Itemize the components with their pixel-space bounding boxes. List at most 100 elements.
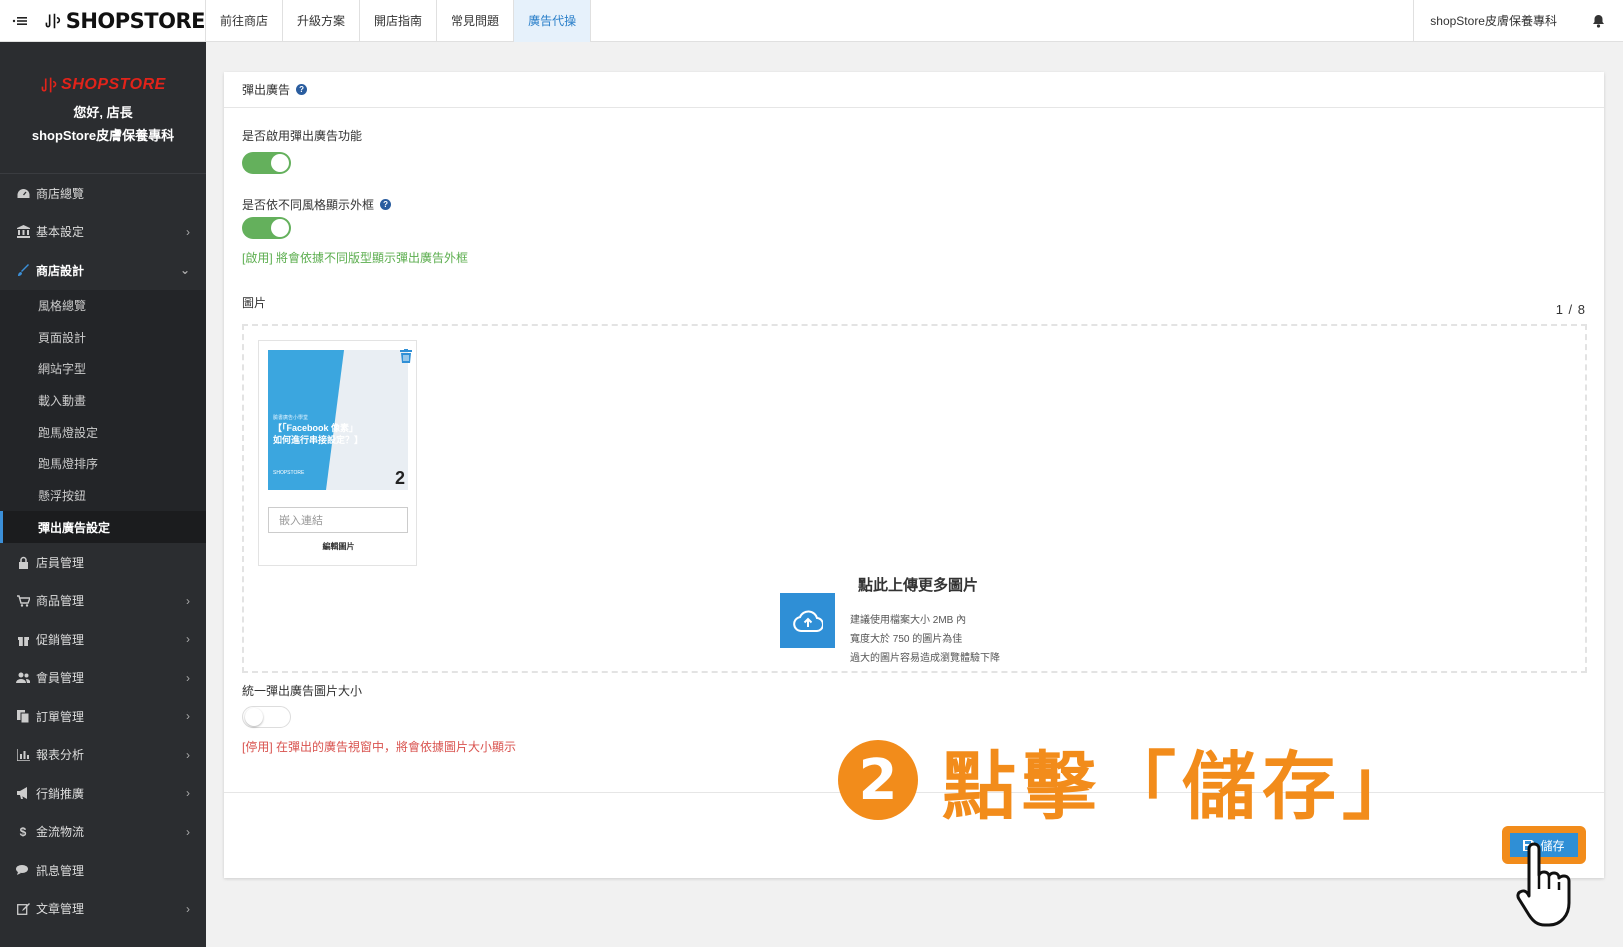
images-label: 圖片 [242,294,266,311]
thumbnail-title-line1: 【「Facebook 像素」 [273,423,359,433]
trash-icon[interactable] [400,349,412,363]
sidebar-subitem-marquee-order[interactable]: 跑馬燈排序 [0,448,206,480]
sidebar-item-basic-settings[interactable]: 基本設定 › [0,213,206,252]
enable-popup-toggle[interactable] [242,152,291,174]
greeting: 您好, 店長 [73,105,133,120]
nav-go-to-store[interactable]: 前往商店 [206,0,284,42]
card-title: 彈出廣告 [242,83,291,97]
logo-text: SHOPSTORE [65,8,206,33]
logo-mark-icon [45,13,61,28]
sidebar-item-marketing[interactable]: 行銷推廣 › [0,774,206,813]
sidebar-item-articles[interactable]: 文章管理 › [0,890,206,929]
chevron-right-icon: › [186,632,190,647]
store-name-menu[interactable]: shopStore皮膚保養專科 [1413,0,1573,42]
comments-icon [16,863,30,877]
top-bar: SHOPSTORE 前往商店 升級方案 開店指南 常見問題 廣告代操 shopS… [0,0,1623,42]
sidebar-logo-text: SHOPSTORE [61,76,166,93]
bullhorn-icon [16,786,30,800]
sidebar-subitem-marquee-settings[interactable]: 跑馬燈設定 [0,416,206,448]
upload-hint-experience: 過大的圖片容易造成瀏覽體驗下降 [850,653,1000,664]
thumbnail-brand: SHOPSTORE [273,470,305,476]
image-dropzone[interactable]: 臉書廣告小學堂 【「Facebook 像素」 如何進行串接設定？】 SHOPST… [242,324,1587,673]
enable-popup-label: 是否啟用彈出廣告功能 [242,127,362,144]
sidebar-subitem-site-font[interactable]: 網站字型 [0,353,206,385]
nav-upgrade-plan[interactable]: 升級方案 [283,0,361,42]
ad-image-thumbnail[interactable]: 臉書廣告小學堂 【「Facebook 像素」 如何進行串接設定？】 SHOPST… [268,350,408,490]
sidebar-subitem-page-design[interactable]: 頁面設計 [0,321,206,353]
sidebar-submenu-store-design: 風格總覽 頁面設計 網站字型 載入動畫 跑馬燈設定 跑馬燈排序 懸浮按鈕 彈出廣… [0,289,206,543]
thumbnail-title-line2: 如何進行串接設定？】 [273,435,364,445]
sidebar-item-products[interactable]: 商品管理 › [0,582,206,621]
brush-icon [16,263,30,277]
sidebar-logo: SHOPSTORE [0,76,206,94]
sidebar-item-label: 文章管理 [36,902,85,917]
thumbnail-number: 2 [394,468,405,488]
sidebar-item-store-design[interactable]: 商店設計 ⌄ [0,251,206,290]
menu-icon[interactable] [0,0,40,42]
image-counter: 1 / 8 [1555,302,1586,317]
thumbnail-small-text: 臉書廣告小學堂 [273,415,309,421]
unify-size-label: 統一彈出廣告圖片大小 [242,682,362,699]
cart-icon [16,594,30,608]
dashboard-icon [16,186,30,200]
sidebar-item-label: 訂單管理 [36,709,85,724]
sidebar-item-label: 報表分析 [36,748,85,763]
sidebar-item-label: 金流物流 [36,825,85,840]
edit-image-link[interactable]: 編輯圖片 [259,541,418,552]
sidebar: SHOPSTORE 您好, 店長 shopStore皮膚保養專科 商店總覽 基本… [0,42,206,947]
frame-style-text: 是否依不同風格顯示外框 [242,198,375,212]
enable-popup-text: 是否啟用彈出廣告功能 [242,129,363,143]
upload-button[interactable] [780,593,835,648]
gift-icon [16,632,30,646]
chevron-right-icon: › [186,709,190,724]
sidebar-item-promotions[interactable]: 促銷管理 › [0,620,206,659]
nav-faq[interactable]: 常見問題 [437,0,515,42]
top-right: shopStore皮膚保養專科 [1413,0,1623,42]
upload-title[interactable]: 點此上傳更多圖片 [858,574,978,595]
sidebar-item-members[interactable]: 會員管理 › [0,659,206,698]
nav-ad-service[interactable]: 廣告代操 [514,0,592,42]
sidebar-subitem-loading-animation[interactable]: 載入動畫 [0,385,206,417]
sidebar-subitem-floating-button[interactable]: 懸浮按鈕 [0,480,206,512]
sidebar-store-name: shopStore皮膚保養專科 [31,128,175,143]
upload-hint-width: 寬度大於 750 的圖片為佳 [850,634,963,645]
shopstore-logo[interactable]: SHOPSTORE [40,0,206,42]
frame-style-label: 是否依不同風格顯示外框 ? [242,196,392,213]
sidebar-item-reports[interactable]: 報表分析 › [0,736,206,775]
chevron-right-icon: › [186,786,190,801]
embed-link-input[interactable]: 嵌入連結 [268,507,408,533]
sidebar-item-payment-logistics[interactable]: $ 金流物流 › [0,813,206,852]
image-item: 臉書廣告小學堂 【「Facebook 像素」 如何進行串接設定？】 SHOPST… [258,340,417,566]
sidebar-item-label: 商店總覽 [36,186,85,201]
nav-store-guide[interactable]: 開店指南 [360,0,438,42]
tutorial-annotation: 2 點擊「儲存」 [838,740,1422,830]
chevron-right-icon: › [186,901,190,916]
sidebar-subitem-popup-ad-settings[interactable]: 彈出廣告設定 [0,511,206,543]
sidebar-item-label: 會員管理 [36,671,85,686]
sidebar-item-staff[interactable]: 店員管理 [0,543,206,582]
bank-icon [16,225,30,239]
sidebar-item-messages[interactable]: 訊息管理 [0,851,206,890]
chevron-down-icon: ⌄ [179,263,190,278]
upload-hint-size: 建議使用檔案大小 2MB 內 [850,615,967,626]
help-icon[interactable]: ? [296,84,308,95]
chevron-right-icon: › [186,670,190,685]
unify-size-text: 統一彈出廣告圖片大小 [242,684,363,698]
unify-size-toggle[interactable] [242,706,291,728]
images-label-text: 圖片 [242,296,267,310]
sidebar-item-orders[interactable]: 訂單管理 › [0,697,206,736]
hand-cursor-icon [1516,842,1571,927]
frame-style-toggle[interactable] [242,217,291,239]
dollar-icon: $ [19,824,27,839]
unify-size-hint: [停用] 在彈出的廣告視窗中，將會依據圖片大小顯示 [242,740,517,754]
card-header: 彈出廣告 ? [224,72,1604,108]
sidebar-item-store-overview[interactable]: 商店總覽 [0,174,206,213]
chevron-right-icon: › [186,747,190,762]
sidebar-item-label: 商店設計 [36,263,85,278]
sidebar-item-label: 訊息管理 [36,863,85,878]
sidebar-subitem-style-overview[interactable]: 風格總覽 [0,290,206,322]
thumbnail-title: 【「Facebook 像素」 如何進行串接設定？】 [273,422,363,446]
bell-icon[interactable] [1573,14,1623,28]
help-icon[interactable]: ? [380,199,392,210]
lock-icon [16,555,30,569]
